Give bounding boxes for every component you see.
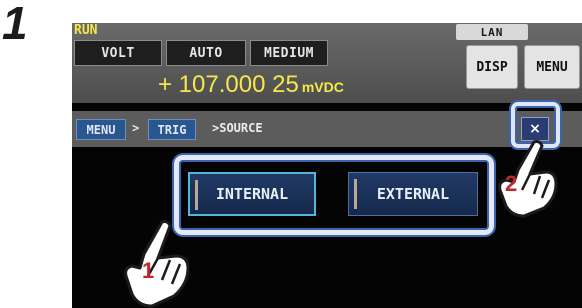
step-number: 1 xyxy=(2,0,28,49)
breadcrumb-separator: > xyxy=(132,121,140,135)
selection-tick xyxy=(195,180,198,210)
menu-button[interactable]: MENU xyxy=(524,45,580,89)
range-tab-auto[interactable]: AUTO xyxy=(166,40,246,66)
speed-tab-medium[interactable]: MEDIUM xyxy=(250,40,328,66)
breadcrumb-trig[interactable]: TRIG xyxy=(148,119,196,140)
source-external-button[interactable]: EXTERNAL xyxy=(348,172,478,216)
option-tick xyxy=(354,179,357,209)
reading-unit: mVDC xyxy=(301,79,344,95)
run-indicator: RUN xyxy=(74,23,98,38)
breadcrumb-menu[interactable]: MENU xyxy=(76,119,126,140)
lan-indicator: LAN xyxy=(456,24,528,40)
source-internal-button[interactable]: INTERNAL xyxy=(188,172,316,216)
status-bar: RUN VOLT AUTO MEDIUM + 107.000 25 mVDC LA… xyxy=(72,23,582,103)
step-marker-2: 2 xyxy=(505,171,518,196)
source-external-label: EXTERNAL xyxy=(376,185,450,203)
step-marker-1: 1 xyxy=(142,258,155,283)
disp-button[interactable]: DISP xyxy=(466,45,518,89)
reading-value: + 107.000 25 xyxy=(158,71,299,98)
tap-hand-icon xyxy=(124,220,190,308)
breadcrumb-current: >SOURCE xyxy=(212,121,263,135)
function-tab-volt[interactable]: VOLT xyxy=(74,40,162,66)
measurement-reading: + 107.000 25 mVDC xyxy=(158,72,344,100)
source-internal-label: INTERNAL xyxy=(215,185,289,203)
